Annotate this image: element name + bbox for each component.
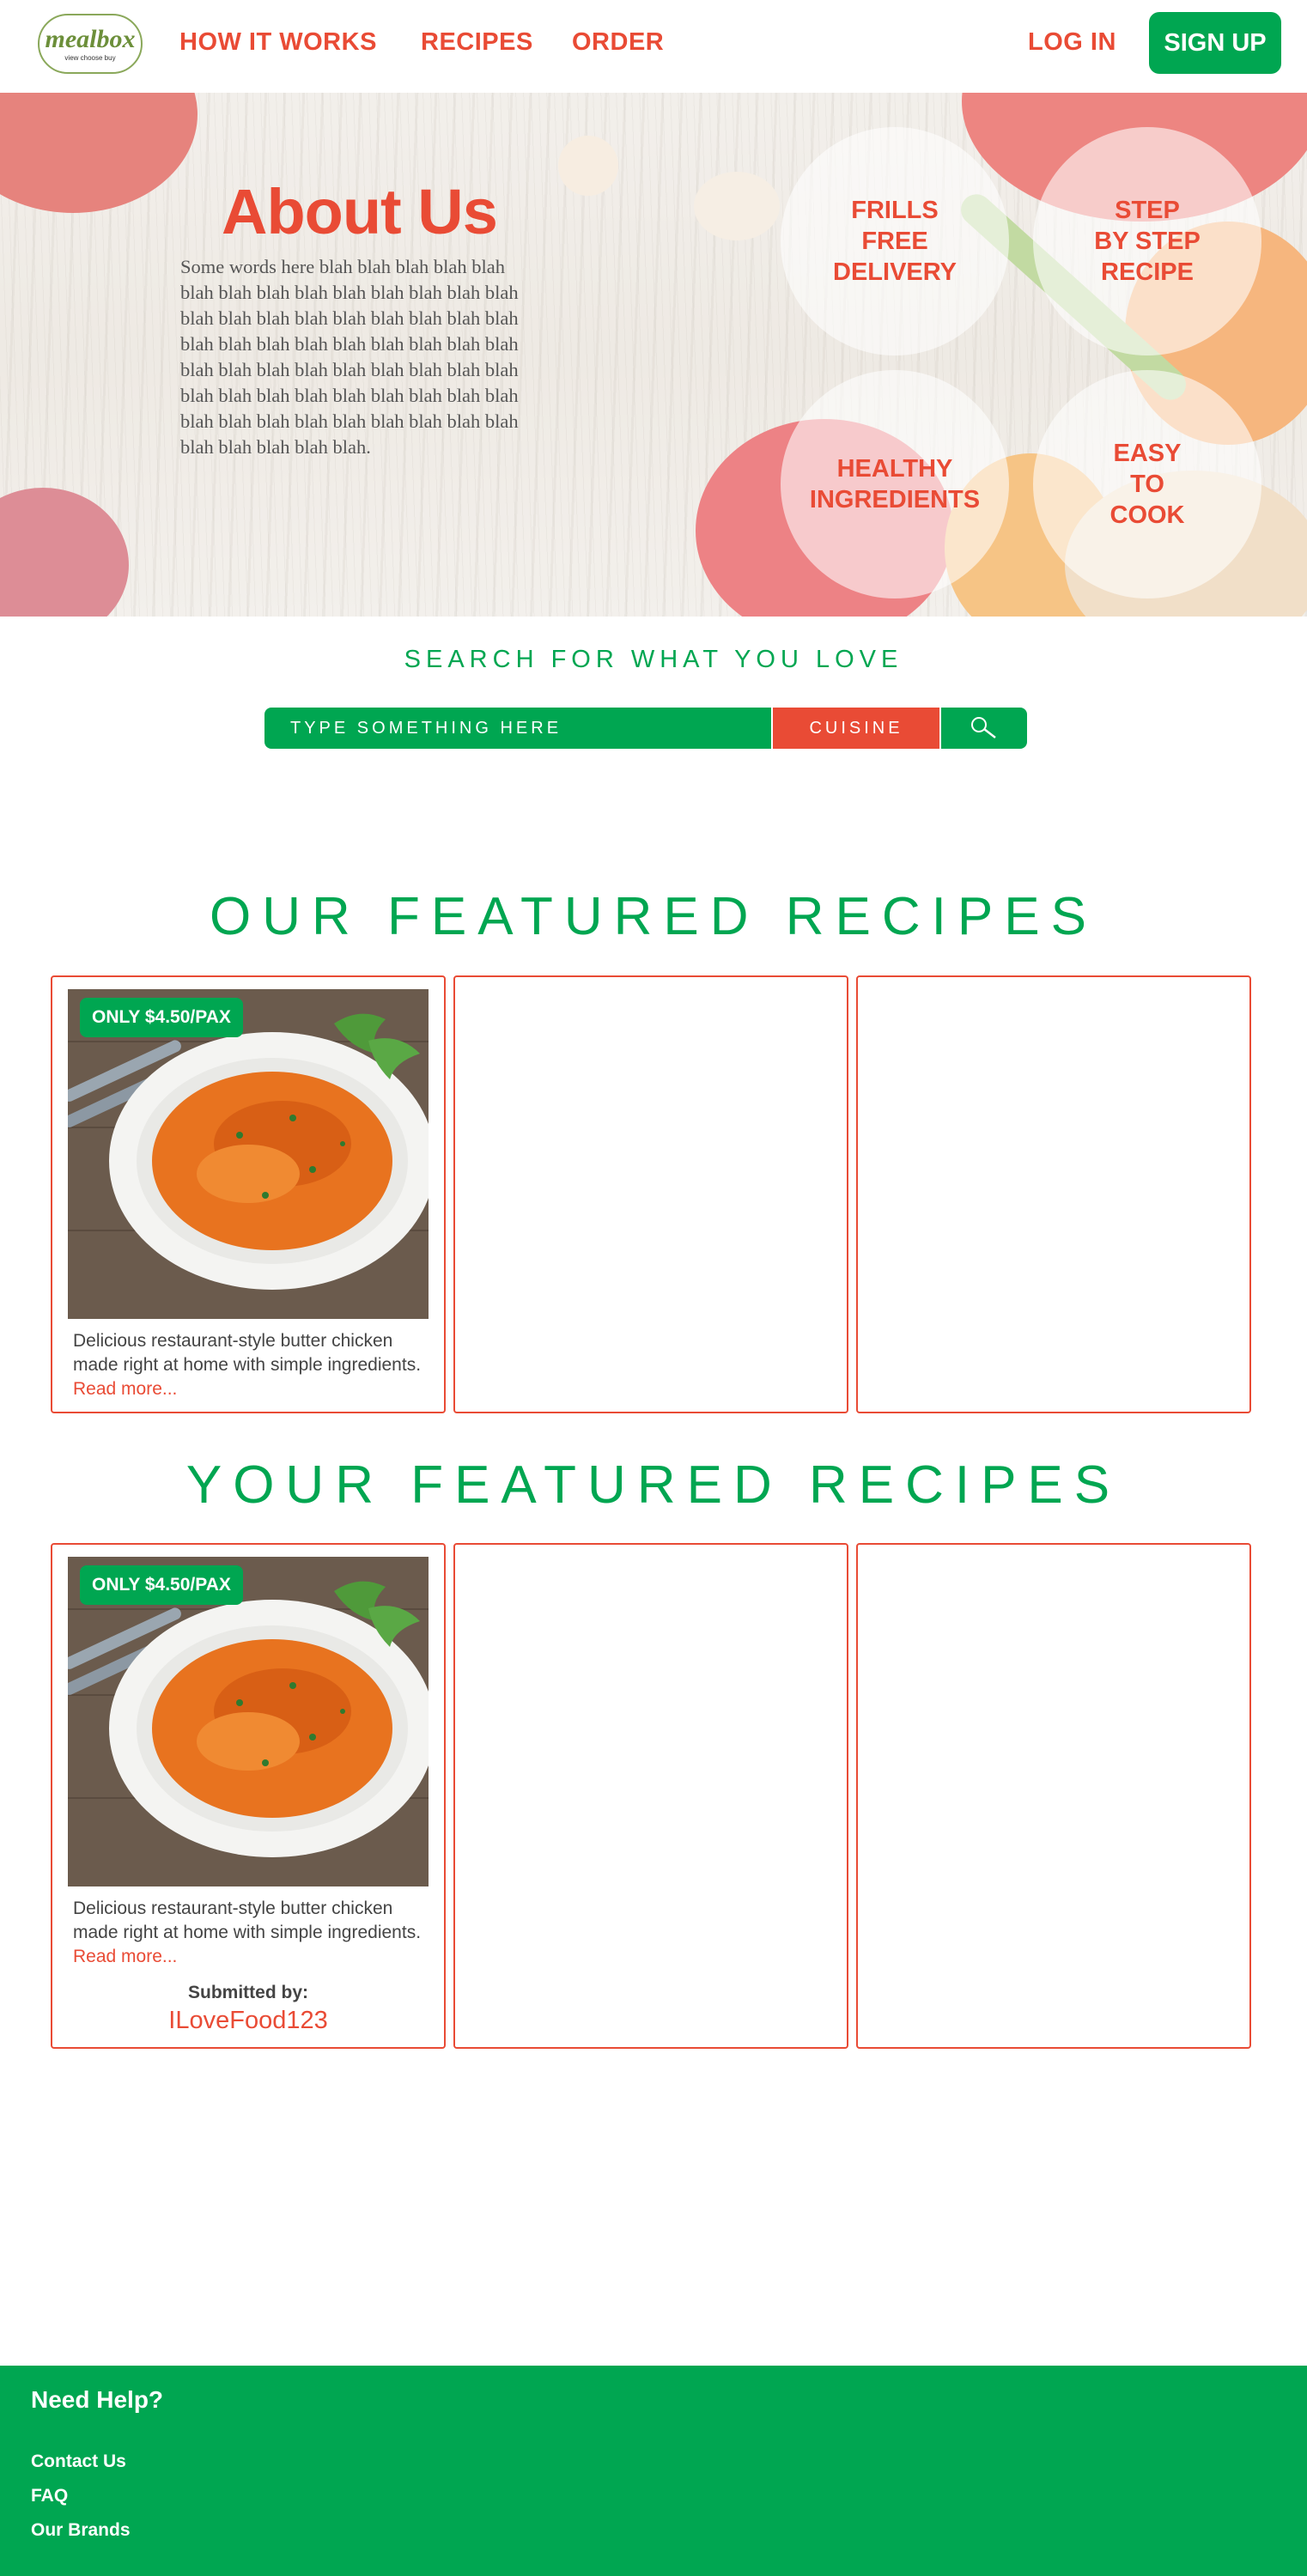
recipe-description-text: Delicious restaurant-style butter chicke… — [73, 1331, 422, 1375]
our-featured-heading: OUR FEATURED RECIPES — [210, 887, 1097, 946]
about-text: Some words here blah blah blah blah blah… — [180, 256, 519, 458]
cuisine-dropdown[interactable]: CUISINE — [771, 708, 941, 749]
search-heading: SEARCH FOR WHAT YOU LOVE — [404, 646, 903, 673]
recipe-description: Delicious restaurant-style butter chicke… — [73, 1329, 434, 1401]
search-input[interactable] — [264, 708, 771, 749]
read-more-link[interactable]: Read more... — [73, 1379, 177, 1399]
nav-recipes[interactable]: RECIPES — [421, 28, 533, 57]
butter-chicken-photo — [68, 989, 429, 1319]
about-hero: About Us Some words here blah blah blah … — [0, 93, 1307, 617]
logo-wordmark: mealbox — [45, 24, 136, 53]
recipe-card[interactable]: ONLY $4.50/PAX Delicious restaurant-styl… — [51, 1543, 446, 2049]
butter-chicken-photo — [68, 1557, 429, 1886]
butter-chicken-image[interactable]: ONLY $4.50/PAX — [68, 1557, 429, 1886]
recipe-card-empty[interactable] — [453, 1543, 848, 2049]
feature-frills-free-delivery: FRILLS FREE DELIVERY — [781, 127, 1009, 355]
recipe-card-empty[interactable] — [856, 975, 1251, 1413]
recipe-description: Delicious restaurant-style butter chicke… — [73, 1897, 434, 1969]
site-footer: Need Help? Contact Us FAQ Our Brands — [0, 2366, 1307, 2576]
footer-title: Need Help? — [31, 2386, 164, 2413]
footer-link-our-brands[interactable]: Our Brands — [31, 2520, 131, 2541]
recipe-card-empty[interactable] — [453, 975, 848, 1413]
about-title: About Us — [222, 176, 498, 247]
nav-order[interactable]: ORDER — [572, 28, 664, 57]
logo-tagline: view choose buy — [64, 53, 116, 62]
footer-link-contact-us[interactable]: Contact Us — [31, 2451, 126, 2472]
search-icon — [971, 717, 996, 738]
recipe-card[interactable]: ONLY $4.50/PAX Delicious restaurant-styl… — [51, 975, 446, 1413]
feature-easy-to-cook: EASY TO COOK — [1033, 370, 1261, 598]
your-featured-heading: YOUR FEATURED RECIPES — [185, 1455, 1122, 1515]
recipe-card-empty[interactable] — [856, 1543, 1251, 2049]
submitted-by-user[interactable]: ILoveFood123 — [52, 2007, 444, 2035]
feature-step-by-step-recipe: STEP BY STEP RECIPE — [1033, 127, 1261, 355]
feature-healthy-ingredients: HEALTHY INGREDIENTS — [781, 370, 1009, 598]
footer-link-faq[interactable]: FAQ — [31, 2486, 68, 2506]
price-badge: ONLY $4.50/PAX — [80, 1565, 243, 1605]
submitted-by: Submitted by: ILoveFood123 — [52, 1983, 444, 2035]
mealbox-logo[interactable]: mealbox view choose buy — [38, 14, 143, 74]
nav-how-it-works[interactable]: HOW IT WORKS — [179, 28, 377, 57]
signup-button[interactable]: SIGN UP — [1149, 12, 1281, 74]
submitted-by-label: Submitted by: — [188, 1983, 308, 2002]
search-bar: CUISINE — [264, 708, 1027, 749]
butter-chicken-image[interactable]: ONLY $4.50/PAX — [68, 989, 429, 1319]
site-header: mealbox view choose buy HOW IT WORKS REC… — [0, 0, 1307, 93]
read-more-link[interactable]: Read more... — [73, 1947, 177, 1966]
recipe-description-text: Delicious restaurant-style butter chicke… — [73, 1899, 422, 1942]
login-link[interactable]: LOG IN — [1028, 28, 1116, 57]
search-button[interactable] — [941, 708, 1027, 749]
price-badge: ONLY $4.50/PAX — [80, 998, 243, 1037]
